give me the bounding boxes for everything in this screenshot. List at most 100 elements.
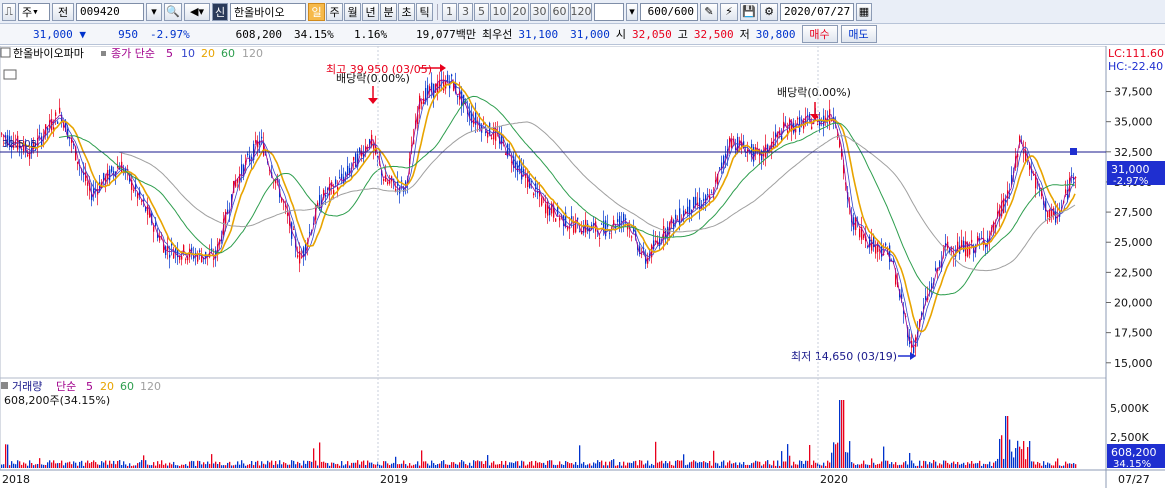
- period-button[interactable]: 년: [362, 2, 379, 21]
- volume-bar: [155, 465, 157, 468]
- volume-bar: [829, 462, 831, 468]
- volume-bar: [231, 465, 233, 468]
- interval-button[interactable]: 30: [530, 2, 549, 21]
- volume-bar: [433, 463, 435, 468]
- volume-bar: [811, 464, 813, 468]
- candle-body: [359, 148, 361, 152]
- x-label-2020: 2020: [820, 473, 848, 486]
- menu-toggle-button[interactable]: ⎍: [2, 2, 16, 21]
- period-button[interactable]: 틱: [416, 2, 433, 21]
- info-icon[interactable]: 신: [212, 2, 228, 21]
- volume-bar: [1041, 465, 1043, 468]
- volume-bar: [547, 460, 549, 468]
- volume-bar: [957, 461, 959, 468]
- volume-bar: [501, 460, 503, 468]
- volume-bar: [205, 464, 207, 468]
- volume-bar: [775, 465, 777, 468]
- volume-bar: [401, 463, 403, 468]
- volume-bar: [287, 464, 289, 468]
- volume-bar: [281, 464, 283, 468]
- candle-body: [609, 233, 611, 235]
- current-price-value: 31,000: [33, 27, 73, 41]
- volume-bar: [865, 464, 867, 468]
- volume-bar: [907, 464, 909, 468]
- volume-bar: [715, 462, 717, 468]
- market-label[interactable]: 전: [52, 2, 74, 21]
- candle-body: [801, 119, 803, 121]
- volume-bar: [115, 464, 117, 468]
- tool-icon[interactable]: ✎: [700, 2, 718, 21]
- volume-bar: [527, 464, 529, 468]
- volume-bar: [583, 462, 585, 468]
- period-button[interactable]: 주: [326, 2, 343, 21]
- volume-bar: [769, 464, 771, 468]
- interval-button[interactable]: 120: [570, 2, 592, 21]
- volume-bar: [301, 465, 303, 468]
- period-button[interactable]: 일: [308, 2, 325, 21]
- code-dropdown-button[interactable]: ▾: [146, 2, 162, 21]
- volume-bar: [613, 459, 615, 468]
- separator: [437, 3, 438, 20]
- volume-bar: [507, 464, 509, 468]
- volume-bar: [225, 465, 227, 468]
- period-button[interactable]: 월: [344, 2, 361, 21]
- stock-code-input[interactable]: 009420: [76, 2, 144, 21]
- stock-chart[interactable]: 32,505 한올바이오파마 종가 단순 5 10 20 60 120 LC:1…: [0, 46, 1165, 488]
- volume-bar: [137, 463, 139, 468]
- volume-bar: [689, 462, 691, 468]
- period-button[interactable]: 분: [380, 2, 397, 21]
- volume-bar: [575, 461, 577, 468]
- interval-button[interactable]: 5: [474, 2, 489, 21]
- volume-bar: [1045, 464, 1047, 468]
- market-select[interactable]: 주 ▾: [18, 2, 50, 21]
- volume-bar: [443, 460, 445, 468]
- candle-body: [111, 166, 113, 172]
- interval-custom-input[interactable]: [594, 2, 624, 21]
- interval-button[interactable]: 60: [550, 2, 569, 21]
- volume-bar: [135, 465, 137, 468]
- volume-bar: [925, 461, 927, 468]
- volume-bar: [213, 463, 215, 468]
- volume-bar: [473, 460, 475, 468]
- interval-button[interactable]: 20: [510, 2, 529, 21]
- interval-dropdown-button[interactable]: ▾: [626, 2, 638, 21]
- legend-bullet-icon: [101, 51, 106, 56]
- volume-bar: [949, 464, 951, 468]
- calendar-icon[interactable]: ▦: [856, 2, 872, 21]
- price-level-label: 32,505: [2, 139, 37, 150]
- search-icon[interactable]: 🔍: [164, 2, 182, 21]
- volume-bar: [107, 464, 109, 468]
- volume-bar: [113, 460, 115, 468]
- volume-bar: [337, 463, 339, 468]
- volume-bar: [1019, 446, 1021, 468]
- volume-bar: [977, 463, 979, 468]
- period-button[interactable]: 초: [398, 2, 415, 21]
- gear-icon[interactable]: ⚙: [760, 2, 778, 21]
- sell-button[interactable]: 매도: [840, 25, 877, 43]
- volume-bar: [855, 465, 857, 468]
- candle-body: [1009, 193, 1011, 195]
- candle-body: [1075, 177, 1077, 179]
- candle-body: [491, 137, 493, 139]
- candle-body: [573, 225, 575, 233]
- save-icon[interactable]: 💾: [740, 2, 758, 21]
- speaker-icon[interactable]: ◀▾: [184, 2, 210, 21]
- data-count-field[interactable]: 600/600: [640, 2, 698, 21]
- analysis-icon[interactable]: ⚡: [720, 2, 738, 21]
- volume-bar: [71, 464, 73, 468]
- volume-bar: [51, 462, 53, 468]
- volume-bar: [245, 465, 247, 468]
- interval-button[interactable]: 3: [458, 2, 473, 21]
- volume-bar: [169, 462, 171, 468]
- interval-button[interactable]: 10: [490, 2, 509, 21]
- volume-bar: [103, 462, 105, 468]
- volume-bar: [9, 465, 11, 468]
- volume-bar: [1029, 441, 1031, 468]
- buy-button[interactable]: 매수: [801, 25, 838, 43]
- interval-button[interactable]: 1: [442, 2, 457, 21]
- date-input[interactable]: 2020/07/27: [780, 2, 854, 21]
- volume-bar: [765, 461, 767, 468]
- volume-bar: [43, 464, 45, 468]
- volume-bar: [619, 461, 621, 468]
- volume-bar: [365, 465, 367, 468]
